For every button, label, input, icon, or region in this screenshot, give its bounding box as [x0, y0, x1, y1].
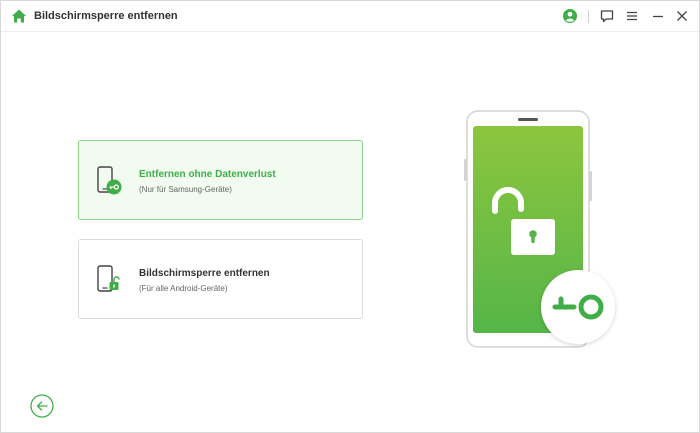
key-icon [541, 270, 615, 344]
phone-unlock-icon [97, 265, 120, 292]
home-icon[interactable] [11, 8, 27, 24]
menu-icon[interactable] [624, 8, 640, 24]
option-subtitle: (Für alle Android-Geräte) [139, 284, 228, 293]
back-button[interactable] [30, 394, 54, 418]
option-remove-screen-lock[interactable]: Bildschirmsperre entfernen (Für alle And… [78, 239, 363, 319]
option-remove-without-data-loss[interactable]: Entfernen ohne Datenverlust (Nur für Sam… [78, 140, 363, 220]
minimize-icon[interactable] [650, 8, 666, 24]
feedback-icon[interactable] [599, 8, 615, 24]
close-icon[interactable] [674, 8, 690, 24]
phone-key-icon [97, 166, 122, 195]
titlebar-separator [588, 10, 589, 23]
app-window: Bildschirmsperre entfernen Entfernen ohn… [0, 0, 700, 433]
option-title: Bildschirmsperre entfernen [139, 268, 270, 279]
title-bar: Bildschirmsperre entfernen [1, 1, 699, 32]
window-title: Bildschirmsperre entfernen [34, 10, 178, 22]
option-title: Entfernen ohne Datenverlust [139, 169, 276, 180]
account-icon[interactable] [562, 8, 578, 24]
phone-illustration [464, 110, 615, 348]
option-subtitle: (Nur für Samsung-Geräte) [139, 185, 232, 194]
